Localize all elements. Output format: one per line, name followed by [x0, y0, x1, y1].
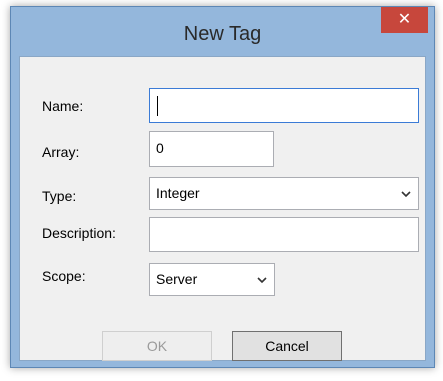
- close-icon: ✕: [397, 11, 412, 28]
- array-label: Array:: [42, 144, 80, 160]
- scope-value: Server: [156, 271, 198, 287]
- array-field[interactable]: 0: [149, 131, 274, 167]
- description-label: Description:: [42, 225, 116, 241]
- ok-button[interactable]: OK: [102, 331, 212, 361]
- chevron-down-icon: [257, 277, 267, 284]
- type-value: Integer: [156, 185, 200, 201]
- scope-select[interactable]: Server: [149, 263, 275, 296]
- text-caret: [157, 96, 158, 116]
- close-button[interactable]: ✕: [381, 7, 428, 33]
- scope-label: Scope:: [42, 268, 86, 284]
- name-label: Name:: [42, 98, 84, 114]
- dialog-title: New Tag: [183, 23, 262, 45]
- new-tag-dialog: New Tag ✕ Name: Array: 0 Type: Integer D…: [10, 6, 435, 368]
- chevron-down-icon: [401, 191, 411, 198]
- title-bar[interactable]: New Tag ✕: [11, 7, 434, 56]
- dialog-body: Name: Array: 0 Type: Integer Description…: [19, 56, 426, 361]
- description-field[interactable]: [149, 217, 419, 252]
- name-field[interactable]: [149, 88, 419, 123]
- cancel-button[interactable]: Cancel: [232, 331, 342, 361]
- array-value: 0: [156, 140, 164, 156]
- type-select[interactable]: Integer: [149, 177, 419, 210]
- type-label: Type:: [42, 188, 77, 204]
